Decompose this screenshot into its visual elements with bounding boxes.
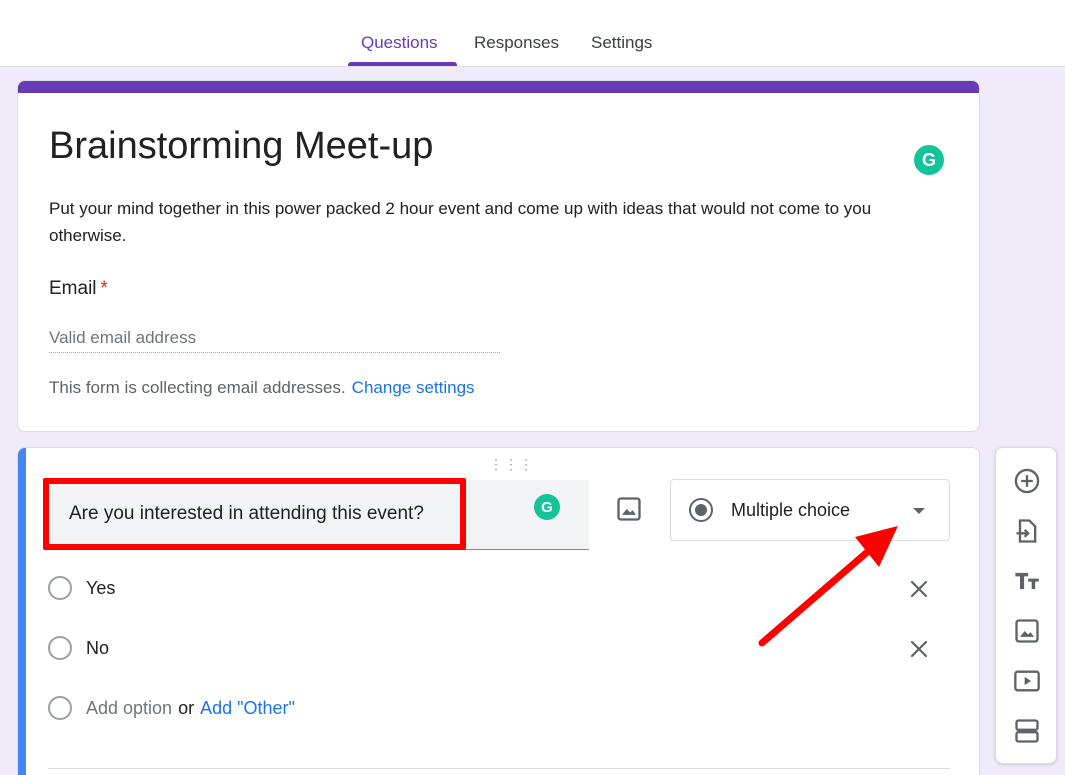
radio-icon xyxy=(48,636,72,660)
header-accent-bar xyxy=(18,81,979,93)
option-row: Yes xyxy=(48,574,348,602)
email-label-text: Email xyxy=(49,278,97,299)
radio-icon xyxy=(48,576,72,600)
form-title[interactable]: Brainstorming Meet-up xyxy=(49,125,433,168)
question-type-dropdown[interactable]: Multiple choice xyxy=(670,479,950,541)
active-tab-indicator xyxy=(348,62,457,66)
grammarly-icon[interactable]: G xyxy=(534,494,560,520)
tab-responses[interactable]: Responses xyxy=(474,33,559,53)
import-questions-icon[interactable] xyxy=(1013,517,1041,545)
add-option-button[interactable]: Add option xyxy=(86,698,172,718)
add-video-icon[interactable] xyxy=(1013,667,1041,695)
question-title[interactable]: Are you interested in attending this eve… xyxy=(69,503,424,525)
drag-handle-icon[interactable]: ⋮⋮⋮ xyxy=(489,456,534,473)
email-question-label: Email * xyxy=(49,278,108,300)
option-text[interactable]: Yes xyxy=(86,578,115,599)
tab-settings[interactable]: Settings xyxy=(591,33,652,53)
add-option-row: Add option or Add "Other" xyxy=(48,694,448,722)
close-icon[interactable] xyxy=(907,577,931,601)
grammarly-icon[interactable]: G xyxy=(914,145,944,175)
change-settings-link[interactable]: Change settings xyxy=(352,378,475,397)
card-divider xyxy=(48,768,950,769)
tab-questions[interactable]: Questions xyxy=(361,33,438,53)
add-title-icon[interactable] xyxy=(1013,567,1041,595)
chevron-down-icon xyxy=(913,508,925,514)
collection-note-text: This form is collecting email addresses. xyxy=(49,378,346,397)
add-section-icon[interactable] xyxy=(1013,717,1041,745)
radio-selected-icon xyxy=(689,498,713,522)
close-icon[interactable] xyxy=(907,637,931,661)
top-nav-bar: Questions Responses Settings xyxy=(0,0,1065,67)
add-option-line: Add option or Add "Other" xyxy=(86,698,295,719)
option-row: No xyxy=(48,634,348,662)
option-text[interactable]: No xyxy=(86,638,109,659)
question-type-label: Multiple choice xyxy=(731,500,851,520)
add-question-icon[interactable] xyxy=(1013,467,1041,495)
question-card[interactable]: ⋮⋮⋮ Are you interested in attending this… xyxy=(17,447,980,775)
add-image-icon[interactable] xyxy=(615,495,643,523)
form-description[interactable]: Put your mind together in this power pac… xyxy=(49,195,949,249)
form-header-card[interactable]: Brainstorming Meet-up G Put your mind to… xyxy=(17,80,980,432)
email-collection-note: This form is collecting email addresses.… xyxy=(49,378,475,398)
or-text: or xyxy=(178,698,195,718)
floating-toolbar xyxy=(995,447,1057,764)
add-image-icon[interactable] xyxy=(1013,617,1041,645)
radio-icon xyxy=(48,696,72,720)
add-other-link[interactable]: Add "Other" xyxy=(200,698,295,718)
email-field[interactable] xyxy=(49,323,500,353)
required-asterisk: * xyxy=(100,278,108,299)
active-card-indicator xyxy=(18,448,26,775)
